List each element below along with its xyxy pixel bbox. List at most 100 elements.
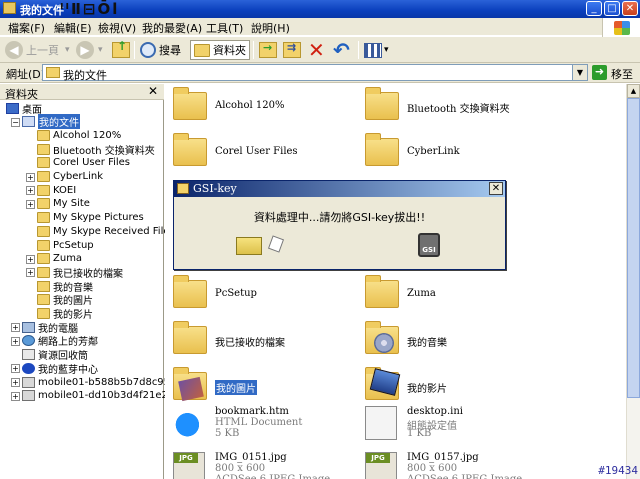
folder-icon xyxy=(37,143,50,155)
tree-item[interactable]: My Skype Pictures xyxy=(37,211,144,225)
tree-item[interactable]: KOEI xyxy=(37,183,76,197)
vertical-scrollbar[interactable]: ▲ xyxy=(626,84,640,479)
tree-item[interactable]: My Site xyxy=(37,197,90,211)
tree-item[interactable]: CyberLink xyxy=(37,170,103,184)
file-item[interactable]: 我的音樂 xyxy=(365,321,555,364)
tree-item[interactable]: 桌面 xyxy=(6,101,42,116)
go-arrow-icon[interactable]: ➜ xyxy=(592,65,607,80)
copy-to-button[interactable]: ⇉ xyxy=(283,40,301,60)
folder-icon xyxy=(37,212,50,224)
tree-item[interactable]: 我的影片 xyxy=(37,307,93,321)
tree-item[interactable]: 我的音樂 xyxy=(37,279,93,294)
file-item[interactable]: 我的圖片 xyxy=(173,367,363,410)
move-to-button[interactable]: → xyxy=(259,40,277,60)
tree-item[interactable]: 我已接收的檔案 xyxy=(37,265,123,280)
tree-item[interactable]: 網路上的芳鄰 xyxy=(22,334,98,348)
tree-item[interactable]: Bluetooth 交換資料夾 xyxy=(37,142,155,157)
file-item[interactable]: bookmark.htm HTML Document 5 KB xyxy=(173,406,363,446)
minimize-button[interactable]: _ xyxy=(586,1,602,16)
maximize-button[interactable]: □ xyxy=(604,1,620,16)
views-button[interactable]: ▾ xyxy=(364,40,389,60)
collapse-icon[interactable]: − xyxy=(11,117,20,127)
tree-item[interactable]: Corel User Files xyxy=(37,156,130,170)
back-button[interactable]: ◀ 上一頁 ▾ xyxy=(5,40,70,60)
drive-icon xyxy=(22,390,35,402)
folder-icon xyxy=(37,129,50,141)
tree-item-label: Alcohol 120% xyxy=(53,129,122,141)
drive-icon xyxy=(22,376,35,388)
folder-icon xyxy=(37,239,50,251)
views-dropdown-icon[interactable]: ▾ xyxy=(384,45,389,55)
dialog-title: GSI-key xyxy=(193,182,237,195)
close-button[interactable]: ✕ xyxy=(622,1,638,16)
address-dropdown-icon[interactable]: ▼ xyxy=(572,65,587,80)
expand-icon[interactable]: + xyxy=(26,254,35,264)
search-button[interactable]: 搜尋 xyxy=(140,40,181,60)
close-pane-icon[interactable]: ✕ xyxy=(148,84,158,98)
tree-item[interactable]: PcSetup xyxy=(37,238,94,252)
tree-item[interactable]: 資源回收筒 xyxy=(22,348,88,362)
menu-help[interactable]: 說明(H) xyxy=(251,20,290,36)
expand-icon[interactable]: + xyxy=(11,323,20,333)
folder-icon xyxy=(173,275,207,308)
tree-item[interactable]: Zuma xyxy=(37,252,82,266)
folder-icon xyxy=(37,157,50,169)
dialog-close-button[interactable]: ✕ xyxy=(489,182,503,195)
toolbar: ◀ 上一頁 ▾ ▶ ▾ ↑ 搜尋 資料夾 → ⇉ ✕ ↶ ▾ xyxy=(0,37,640,63)
menu-file[interactable]: 檔案(F) xyxy=(8,20,45,36)
expand-icon[interactable]: + xyxy=(26,199,35,209)
jpeg-image-icon: JPG xyxy=(173,452,205,479)
scroll-thumb[interactable] xyxy=(627,98,640,398)
expand-icon[interactable]: + xyxy=(11,336,20,346)
tree-item-label: My Skype Received Files xyxy=(53,225,175,237)
file-item[interactable]: CyberLink xyxy=(365,133,555,176)
expand-icon[interactable]: + xyxy=(26,268,35,278)
scroll-up-icon[interactable]: ▲ xyxy=(627,84,640,98)
expand-icon[interactable]: + xyxy=(26,186,35,196)
forward-button[interactable]: ▶ ▾ xyxy=(76,40,103,60)
file-item[interactable]: desktop.ini 組態設定值 1 KB xyxy=(365,406,555,446)
file-item[interactable]: JPG IMG_0151.jpg800 x 600ACDSee 6 JPEG Im… xyxy=(173,452,363,479)
forward-arrow-icon: ▶ xyxy=(76,41,94,59)
expand-icon[interactable]: + xyxy=(11,391,20,401)
file-item[interactable]: PcSetup xyxy=(173,275,363,318)
expand-icon[interactable]: + xyxy=(11,378,20,387)
forward-dropdown-icon[interactable]: ▾ xyxy=(98,45,103,55)
back-dropdown-icon[interactable]: ▾ xyxy=(65,45,70,55)
address-input[interactable]: 我的文件 ▼ xyxy=(42,64,588,82)
tree-item[interactable]: My Skype Received Files xyxy=(37,224,175,238)
file-item[interactable]: 我已接收的檔案 xyxy=(173,321,363,364)
file-item[interactable]: Alcohol 120% xyxy=(173,87,363,130)
menu-tools[interactable]: 工具(T) xyxy=(206,20,243,36)
file-item[interactable]: 我的影片 xyxy=(365,367,555,410)
menu-favorites[interactable]: 我的最愛(A) xyxy=(142,20,202,36)
menu-edit[interactable]: 編輯(E) xyxy=(54,20,92,36)
search-label: 搜尋 xyxy=(159,44,181,57)
delete-button[interactable]: ✕ xyxy=(308,40,325,60)
expand-icon[interactable]: + xyxy=(26,172,35,182)
file-item[interactable]: Corel User Files xyxy=(173,133,363,176)
file-item[interactable]: Bluetooth 交換資料夾 xyxy=(365,87,555,130)
tree-item[interactable]: 我的圖片 xyxy=(37,293,93,307)
go-button[interactable]: 移至 xyxy=(611,66,633,82)
folder-icon xyxy=(37,198,50,210)
expand-icon[interactable]: + xyxy=(11,364,20,374)
folder-icon xyxy=(365,367,401,400)
undo-button[interactable]: ↶ xyxy=(333,40,350,60)
views-icon xyxy=(364,42,382,58)
tree-item[interactable]: Alcohol 120% xyxy=(37,128,121,142)
folders-icon xyxy=(194,43,210,57)
tree-item-label: Zuma xyxy=(53,253,83,265)
file-item[interactable]: JPG IMG_0157.jpg800 x 600ACDSee 6 JPEG Im… xyxy=(365,452,555,479)
tree-item[interactable]: 我的文件 xyxy=(22,114,80,130)
menu-view[interactable]: 檢視(V) xyxy=(98,20,136,36)
tree-item[interactable]: 我的藍芽中心 xyxy=(22,361,98,376)
tree-item[interactable]: 我的電腦 xyxy=(22,320,78,335)
file-name: IMG_0151.jpg xyxy=(215,452,287,463)
up-folder-button[interactable]: ↑ xyxy=(112,39,130,60)
file-size: 5 KB xyxy=(215,428,240,439)
file-name: bookmark.htm xyxy=(215,406,289,417)
folders-button[interactable]: 資料夾 xyxy=(190,40,250,60)
videos-icon xyxy=(37,308,50,319)
file-item[interactable]: Zuma xyxy=(365,275,555,318)
